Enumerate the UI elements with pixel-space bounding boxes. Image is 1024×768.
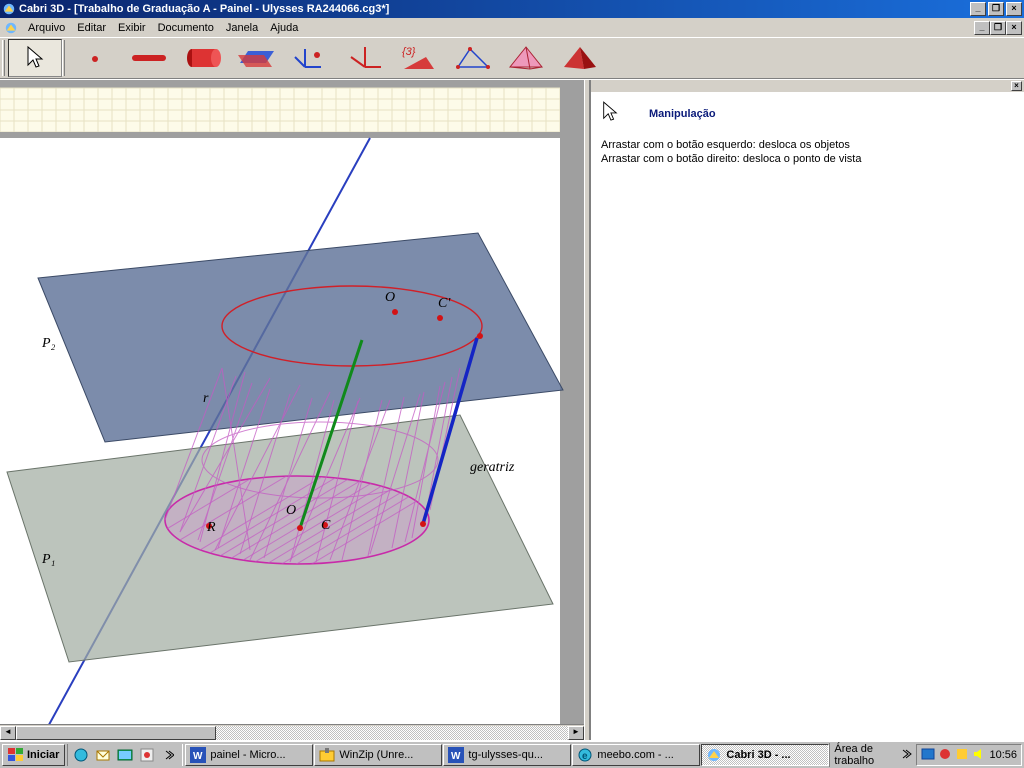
help-pane-header: × [591, 80, 1024, 92]
help-line-2: Arrastar com o botão direito: desloca o … [601, 153, 1014, 165]
quick-launch [67, 744, 183, 766]
plane-tool[interactable] [230, 39, 284, 77]
scroll-left-button[interactable]: ◄ [0, 726, 16, 740]
menu-arquivo[interactable]: Arquivo [22, 20, 71, 36]
window-controls-outer: _ ❐ × [970, 2, 1022, 16]
word-icon: W [448, 747, 464, 763]
tray-icon-1[interactable] [921, 747, 935, 764]
cylinder-tool[interactable] [176, 39, 230, 77]
mdi-close-button[interactable]: × [1006, 21, 1022, 35]
mdi-minimize-button[interactable]: _ [974, 21, 990, 35]
axes-tool[interactable] [338, 39, 392, 77]
label-geratriz: geratriz [470, 460, 514, 476]
taskbar: Iniciar W painel - Micro... WinZip (Unre… [0, 740, 1024, 768]
label-O-bottom: O [286, 503, 296, 519]
taskbar-items: W painel - Micro... WinZip (Unre... W tg… [185, 744, 829, 766]
viewport-pane: P₂ P₁ r R O C O C' geratriz ◄ ► [0, 80, 584, 740]
ql-desktop-icon[interactable] [114, 744, 136, 766]
menu-exibir[interactable]: Exibir [112, 20, 152, 36]
label-C-prime: C' [438, 296, 450, 312]
help-title: Manipulação [649, 108, 716, 120]
line-tool[interactable] [122, 39, 176, 77]
help-line-1: Arrastar com o botão esquerdo: desloca o… [601, 139, 1014, 151]
mdi-maximize-button[interactable]: ❐ [990, 21, 1006, 35]
perpendicular-tool[interactable] [284, 39, 338, 77]
mdi-window-controls: _ ❐ × [974, 21, 1022, 35]
transform-tool[interactable]: {3} [392, 39, 446, 77]
arrow-tool[interactable] [8, 39, 62, 77]
close-button[interactable]: × [1006, 2, 1022, 16]
tray-icon-3[interactable] [955, 747, 969, 764]
maximize-button[interactable]: ❐ [988, 2, 1004, 16]
task-painel[interactable]: W painel - Micro... [185, 744, 313, 766]
scroll-right-button[interactable]: ► [568, 726, 584, 740]
menu-ajuda[interactable]: Ajuda [264, 20, 304, 36]
tray-clock[interactable]: 10:56 [989, 749, 1017, 761]
3d-viewport[interactable] [0, 80, 584, 724]
main-area: P₂ P₁ r R O C O C' geratriz ◄ ► × M [0, 79, 1024, 740]
tray-volume-icon[interactable] [972, 747, 986, 764]
svg-text:{3}: {3} [402, 46, 416, 58]
menu-janela[interactable]: Janela [220, 20, 264, 36]
task-tg-ulysses[interactable]: W tg-ulysses-qu... [443, 744, 571, 766]
cursor-icon [601, 100, 619, 127]
viewport-scroll-area[interactable]: P₂ P₁ r R O C O C' geratriz [0, 80, 584, 724]
toolbar: {3} [0, 37, 1024, 79]
toolbar-grip[interactable] [2, 40, 6, 76]
menubar: Arquivo Editar Exibir Documento Janela A… [0, 18, 1024, 37]
doc-icon [4, 21, 18, 35]
task-cabri[interactable]: Cabri 3D - ... [701, 744, 829, 766]
ie-icon: e [577, 747, 593, 763]
label-R: R [207, 520, 216, 536]
menu-editar[interactable]: Editar [71, 20, 112, 36]
cabri-icon [706, 747, 722, 763]
app-icon [2, 2, 16, 16]
minimize-button[interactable]: _ [970, 2, 986, 16]
point-tool[interactable] [68, 39, 122, 77]
chevron-icon[interactable] [902, 748, 912, 763]
tray-icon-2[interactable] [938, 747, 952, 764]
ql-chevron-icon[interactable] [158, 744, 180, 766]
label-r: r [203, 391, 208, 407]
start-button[interactable]: Iniciar [2, 744, 65, 766]
help-pane: × Manipulação Arrastar com o botão esque… [590, 80, 1024, 740]
tetrahedron-wire-tool[interactable] [500, 39, 554, 77]
ql-ie-icon[interactable] [70, 744, 92, 766]
scroll-track[interactable] [216, 726, 568, 740]
desk-label[interactable]: Área de trabalho [834, 743, 898, 767]
help-close-button[interactable]: × [1011, 81, 1022, 91]
label-P2: P₂ [42, 336, 55, 352]
svg-text:e: e [582, 751, 588, 762]
task-label: WinZip (Unre... [339, 749, 413, 761]
windows-logo-icon [8, 748, 24, 762]
ql-app-icon[interactable] [136, 744, 158, 766]
tetrahedron-solid-tool[interactable] [554, 39, 608, 77]
toolbar-grip-2[interactable] [62, 40, 66, 76]
task-label: meebo.com - ... [597, 749, 673, 761]
horizontal-scrollbar[interactable]: ◄ ► [0, 724, 584, 740]
scroll-thumb[interactable] [16, 726, 216, 740]
svg-text:W: W [451, 751, 461, 762]
task-label: tg-ulysses-qu... [468, 749, 543, 761]
svg-text:W: W [193, 751, 203, 762]
task-label: painel - Micro... [210, 749, 285, 761]
task-winzip[interactable]: WinZip (Unre... [314, 744, 442, 766]
start-label: Iniciar [27, 749, 59, 761]
task-meebo[interactable]: e meebo.com - ... [572, 744, 700, 766]
ql-outlook-icon[interactable] [92, 744, 114, 766]
label-P1: P₁ [42, 552, 55, 568]
titlebar: Cabri 3D - [Trabalho de Graduação A - Pa… [0, 0, 1024, 18]
window-title: Cabri 3D - [Trabalho de Graduação A - Pa… [19, 3, 970, 15]
desk-toolbar: Área de trabalho 10:56 [829, 743, 1022, 767]
task-label: Cabri 3D - ... [726, 749, 790, 761]
word-icon: W [190, 747, 206, 763]
menu-documento[interactable]: Documento [152, 20, 220, 36]
help-body: Manipulação Arrastar com o botão esquerd… [591, 92, 1024, 175]
triangle-tool[interactable] [446, 39, 500, 77]
system-tray: 10:56 [916, 744, 1022, 766]
label-O-top: O [385, 290, 395, 306]
label-C: C [321, 518, 330, 534]
winzip-icon [319, 747, 335, 763]
